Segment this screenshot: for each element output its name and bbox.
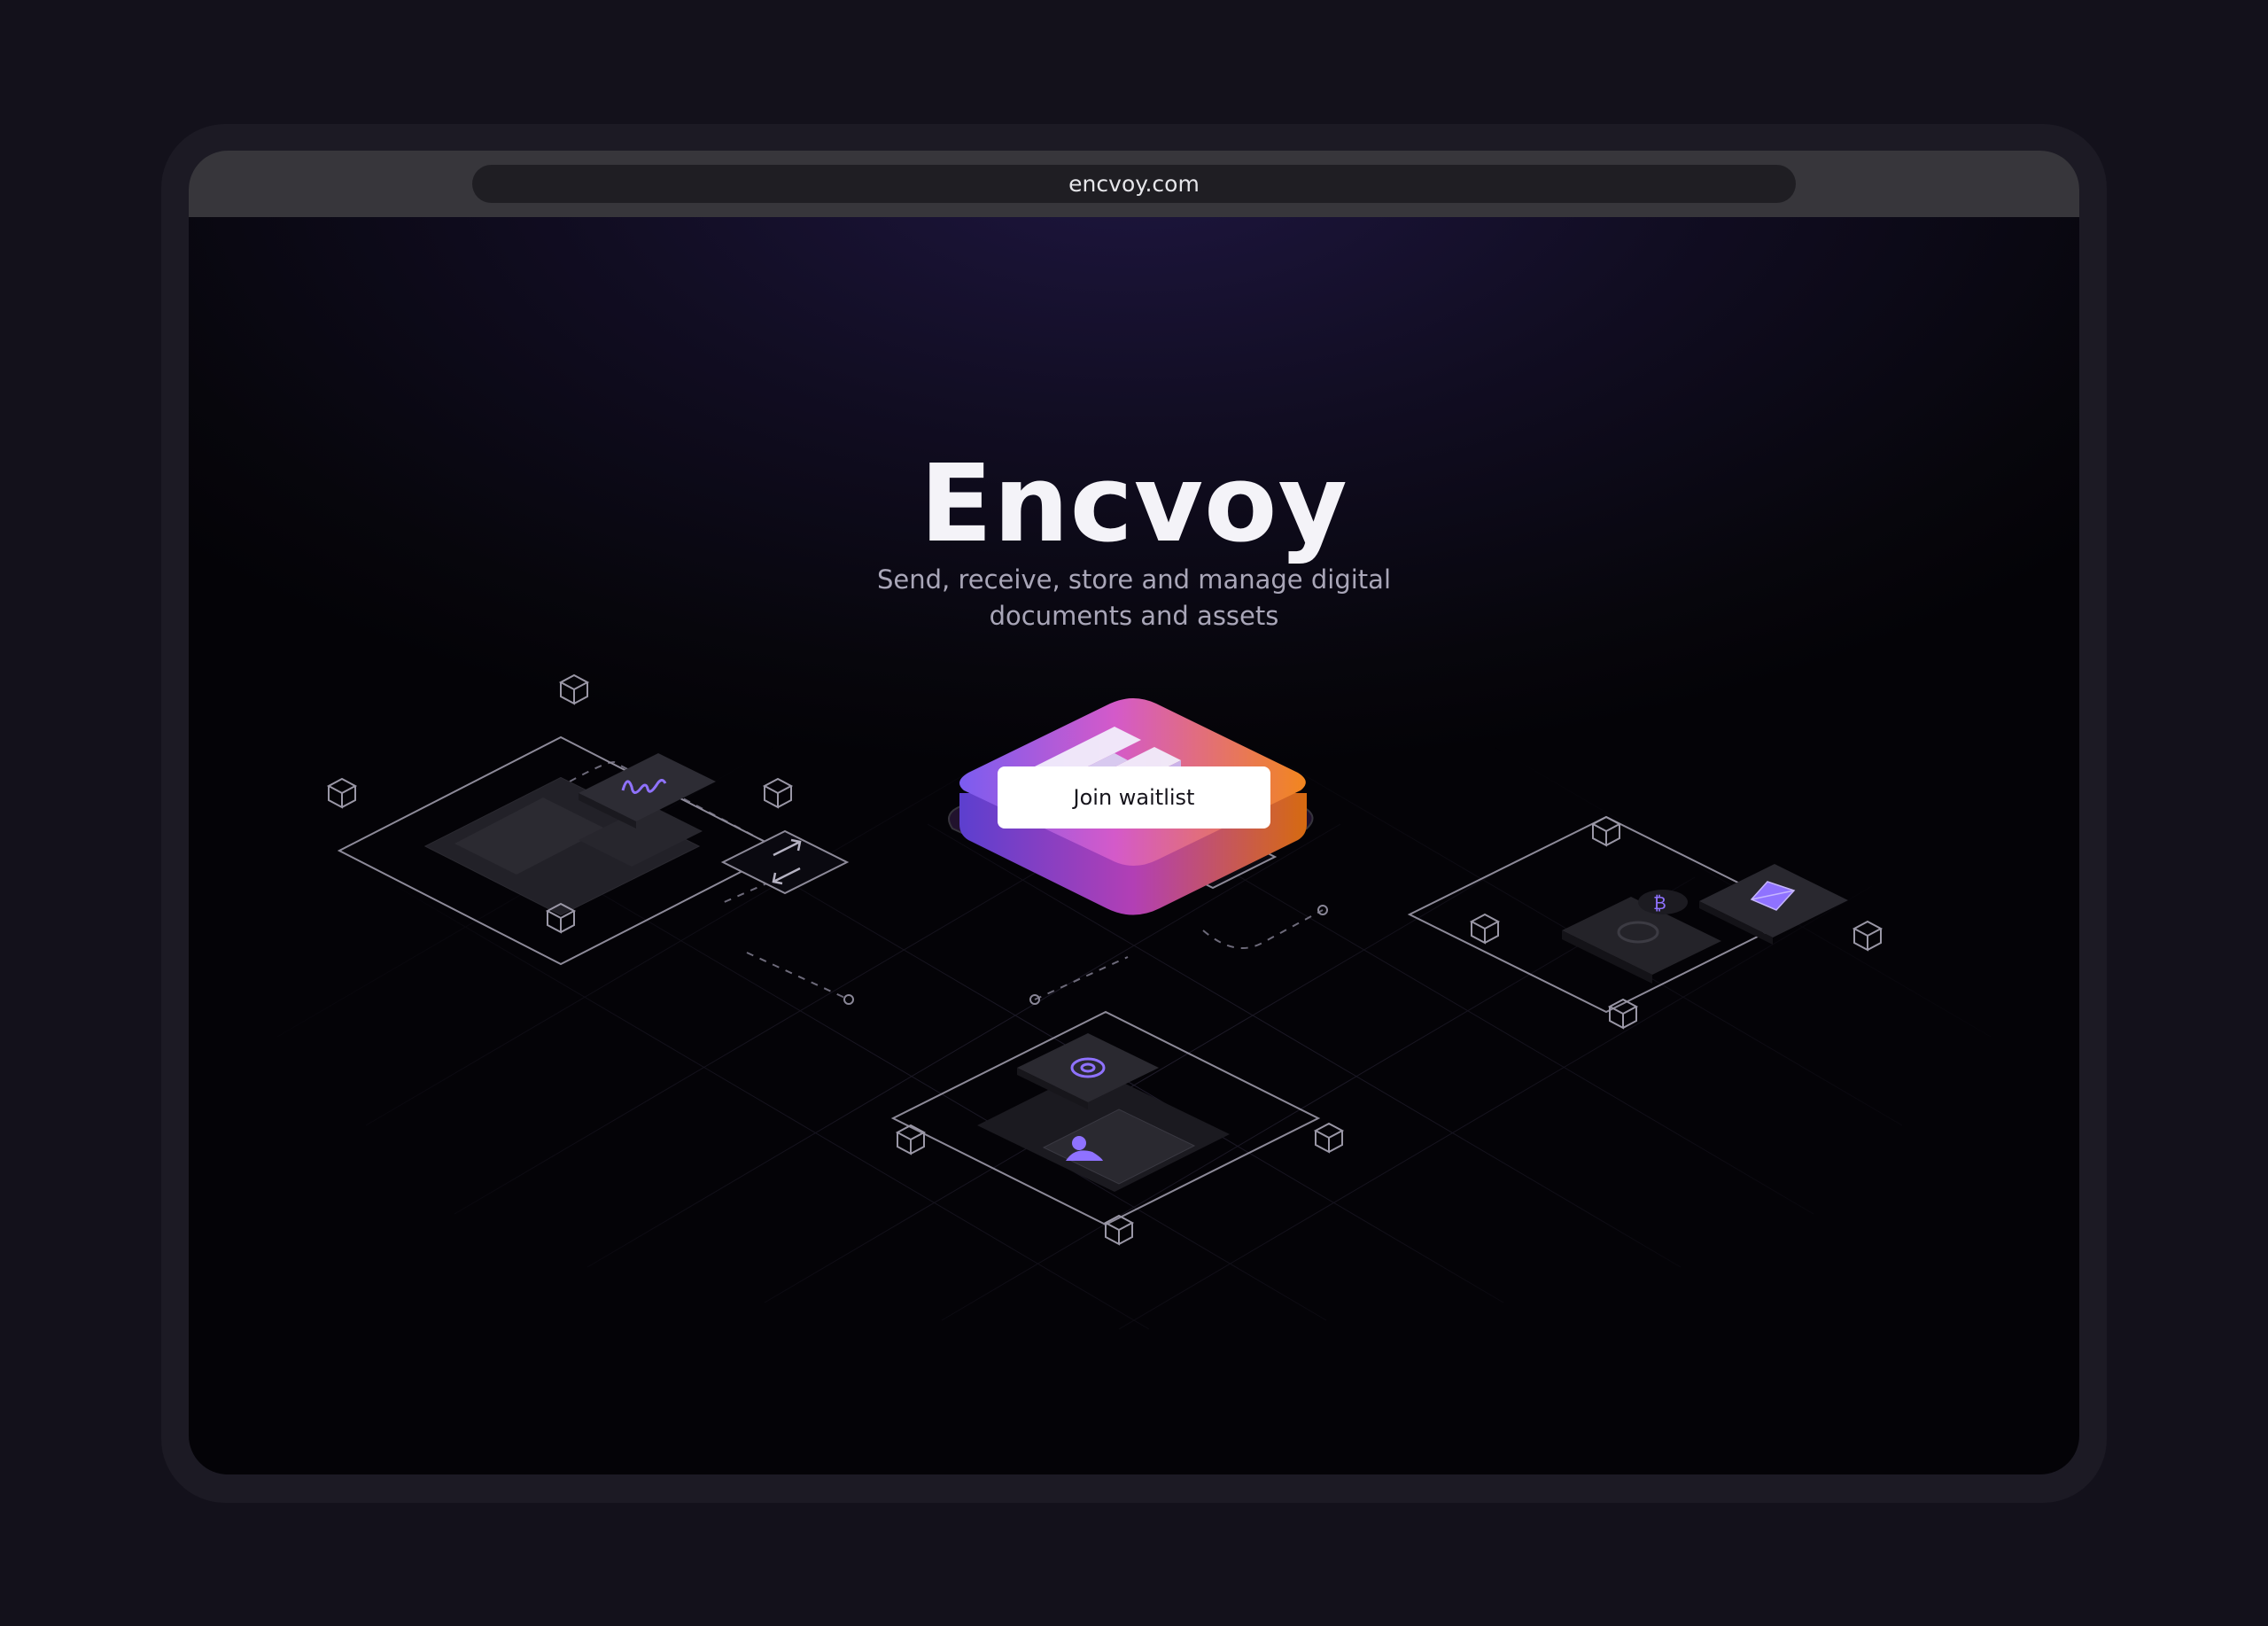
page-title: Encvoy: [920, 443, 1348, 566]
join-waitlist-button[interactable]: Join waitlist: [998, 766, 1270, 829]
hero-subtitle: Send, receive, store and manage digital …: [877, 564, 1391, 631]
hero-section: Encvoy Send, receive, store and manage d…: [189, 217, 2079, 1474]
browser-window: encvoy.com ₿ Encvoy Send, receive, store…: [189, 151, 2079, 1474]
